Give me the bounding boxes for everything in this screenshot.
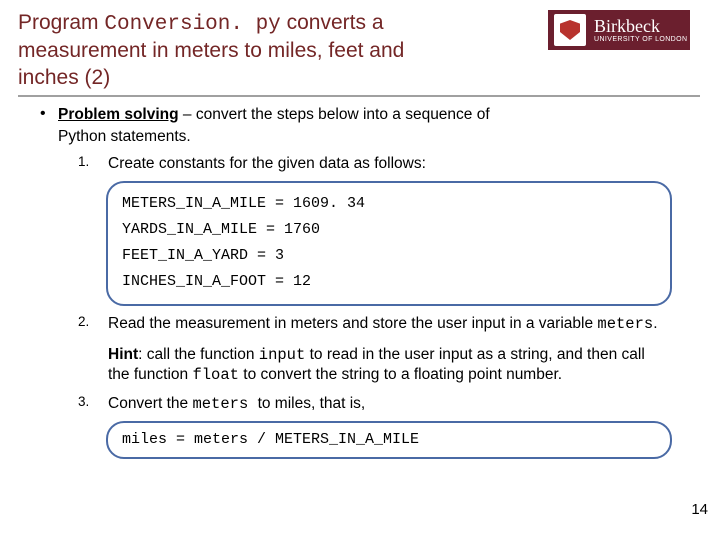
step-3-num: 3. [78,394,108,415]
code-line: METERS_IN_A_MILE = 1609. 34 [122,191,656,217]
step-3-a: Convert the [108,395,192,412]
bullet-lead: Problem solving [58,106,179,123]
code-line: FEET_IN_A_YARD = 3 [122,243,656,269]
hint-code-input: input [259,346,306,364]
step-1-num: 1. [78,154,108,175]
bullet-problem-solving: • Problem solving – convert the steps be… [40,105,692,126]
step-2: 2. Read the measurement in meters and st… [78,314,692,335]
step-3-code: meters [192,395,257,413]
code-block-constants: METERS_IN_A_MILE = 1609. 34 YARDS_IN_A_M… [106,181,672,306]
step-2-a: Read the measurement in meters and store… [108,315,597,332]
slide-body: • Problem solving – convert the steps be… [0,101,720,459]
page-number: 14 [691,501,708,518]
slide-title: Program Conversion. py converts a measur… [18,10,448,91]
title-prefix: Program [18,11,104,34]
step-3-b: to miles, that is, [258,395,366,412]
hint-a: : call the function [138,346,259,363]
step-1: 1. Create constants for the given data a… [78,154,692,175]
bullet-line2: Python statements. [58,128,692,146]
step-2-b: . [653,315,657,332]
hint-code-float: float [192,366,239,384]
hint-label: Hint [108,346,138,363]
step-2-code: meters [597,315,653,333]
code-line: YARDS_IN_A_MILE = 1760 [122,217,656,243]
code-line: INCHES_IN_A_FOOT = 12 [122,269,656,295]
step-2-num: 2. [78,314,108,335]
step-1-text: Create constants for the given data as f… [108,154,426,175]
code-line: miles = meters / METERS_IN_A_MILE [122,430,656,450]
hint-block: Hint: call the function input to read in… [108,345,668,387]
step-3: 3. Convert the meters to miles, that is, [78,394,692,415]
title-code: Conversion. py [104,13,280,36]
code-block-miles: miles = meters / METERS_IN_A_MILE [106,421,672,459]
title-divider [18,95,700,97]
bullet-rest: – convert the steps below into a sequenc… [179,106,490,123]
hint-c: to convert the string to a floating poin… [239,366,562,383]
bullet-dot: • [40,105,58,126]
